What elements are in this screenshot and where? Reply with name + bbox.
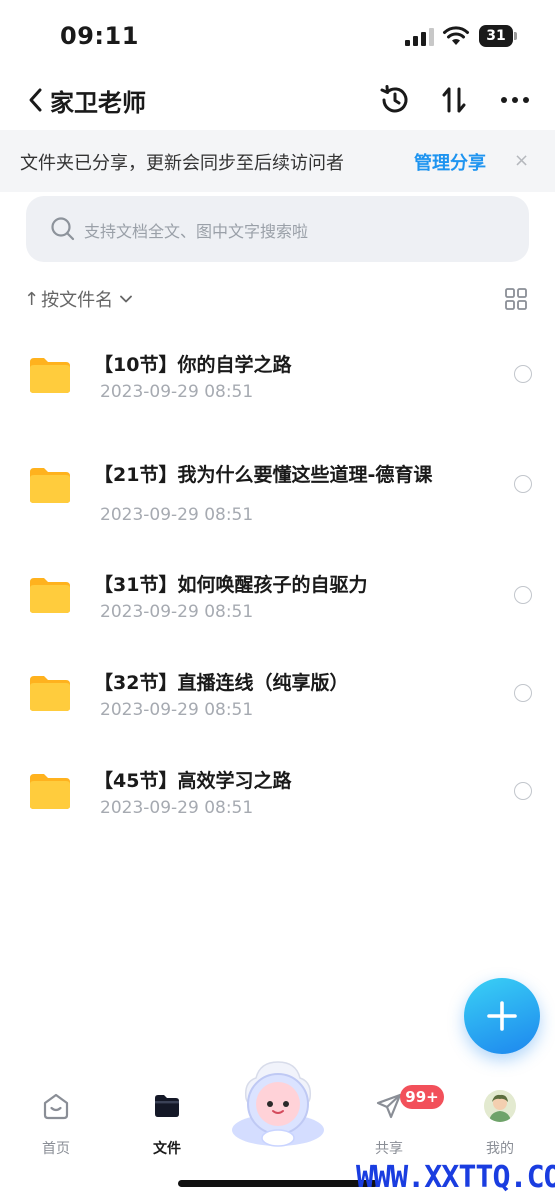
tab-home[interactable]: 首页: [16, 1092, 96, 1158]
send-icon: [376, 1093, 402, 1119]
folder-icon: [30, 774, 70, 809]
file-date: 2023-09-29 08:51: [100, 382, 254, 402]
page-title: 家卫老师: [50, 88, 146, 117]
sort-direction-icon: ↑: [24, 288, 40, 310]
folder-icon: [30, 468, 70, 503]
search-input[interactable]: 支持文档全文、图中文字搜索啦: [26, 196, 529, 262]
file-date: 2023-09-29 08:51: [100, 602, 254, 622]
battery-icon: 31: [479, 25, 517, 47]
home-indicator: [178, 1180, 378, 1187]
plus-icon: [487, 1001, 517, 1031]
tab-share-label: 共享: [375, 1141, 403, 1157]
mascot-button[interactable]: [226, 1058, 330, 1150]
select-checkbox[interactable]: [514, 365, 532, 383]
select-checkbox[interactable]: [514, 586, 532, 604]
list-item[interactable]: 【10节】你的自学之路 2023-09-29 08:51: [0, 330, 555, 428]
list-item[interactable]: 【32节】直播连线（纯享版） 2023-09-29 08:51: [0, 648, 555, 746]
list-item[interactable]: 【21节】我为什么要懂这些道理-德育课 2023-09-29 08:51: [0, 440, 555, 538]
notification-badge: 99+: [400, 1085, 444, 1109]
folder-icon: [30, 676, 70, 711]
search-icon: [51, 217, 75, 241]
file-name: 【31节】如何唤醒孩子的自驱力: [94, 574, 368, 596]
file-name: 【21节】我为什么要懂这些道理-德育课: [94, 464, 433, 486]
select-checkbox[interactable]: [514, 782, 532, 800]
folder-icon: [155, 1095, 179, 1117]
select-checkbox[interactable]: [514, 684, 532, 702]
list-item[interactable]: 【45节】高效学习之路 2023-09-29 08:51: [0, 746, 555, 844]
status-bar: 09:11 31: [0, 0, 555, 72]
folder-icon: [30, 578, 70, 613]
chevron-down-icon: [120, 295, 132, 303]
back-button[interactable]: 家卫老师: [26, 82, 176, 118]
home-icon: [43, 1093, 69, 1120]
manage-share-link[interactable]: 管理分享: [414, 149, 486, 175]
watermark: WWW.XXTTQ.COM: [356, 1160, 555, 1195]
tab-home-label: 首页: [42, 1141, 70, 1157]
battery-cap: [514, 32, 517, 40]
share-banner: 文件夹已分享，更新会同步至后续访问者 管理分享 ×: [0, 130, 555, 192]
file-date: 2023-09-29 08:51: [100, 505, 254, 525]
status-time: 09:11: [60, 22, 139, 50]
battery-level: 31: [479, 25, 513, 47]
grid-view-icon[interactable]: [505, 288, 527, 310]
tab-files-label: 文件: [153, 1141, 181, 1157]
sort-label: 按文件名: [41, 290, 114, 311]
list-item[interactable]: 【31节】如何唤醒孩子的自驱力 2023-09-29 08:51: [0, 550, 555, 648]
avatar[interactable]: [484, 1090, 516, 1122]
add-button[interactable]: [464, 978, 540, 1054]
file-name: 【10节】你的自学之路: [94, 354, 292, 376]
share-banner-text: 文件夹已分享，更新会同步至后续访问者: [20, 153, 344, 174]
file-date: 2023-09-29 08:51: [100, 700, 254, 720]
tab-me-label: 我的: [486, 1141, 514, 1157]
file-date: 2023-09-29 08:51: [100, 798, 254, 818]
nav-bar: 家卫老师: [0, 72, 555, 128]
chevron-left-icon: [29, 88, 42, 112]
wifi-icon: [443, 26, 469, 45]
sort-selector[interactable]: ↑ 按文件名: [24, 286, 133, 312]
history-icon[interactable]: [379, 84, 411, 116]
sort-arrows-icon[interactable]: [439, 84, 471, 116]
file-name: 【45节】高效学习之路: [94, 770, 292, 792]
close-icon[interactable]: ×: [514, 150, 529, 171]
file-name: 【32节】直播连线（纯享版）: [94, 672, 349, 694]
signal-icon: [405, 28, 434, 46]
search-placeholder: 支持文档全文、图中文字搜索啦: [84, 222, 309, 241]
tab-files[interactable]: 文件: [127, 1092, 207, 1158]
select-checkbox[interactable]: [514, 475, 532, 493]
more-icon[interactable]: [499, 84, 531, 116]
folder-icon: [30, 358, 70, 393]
